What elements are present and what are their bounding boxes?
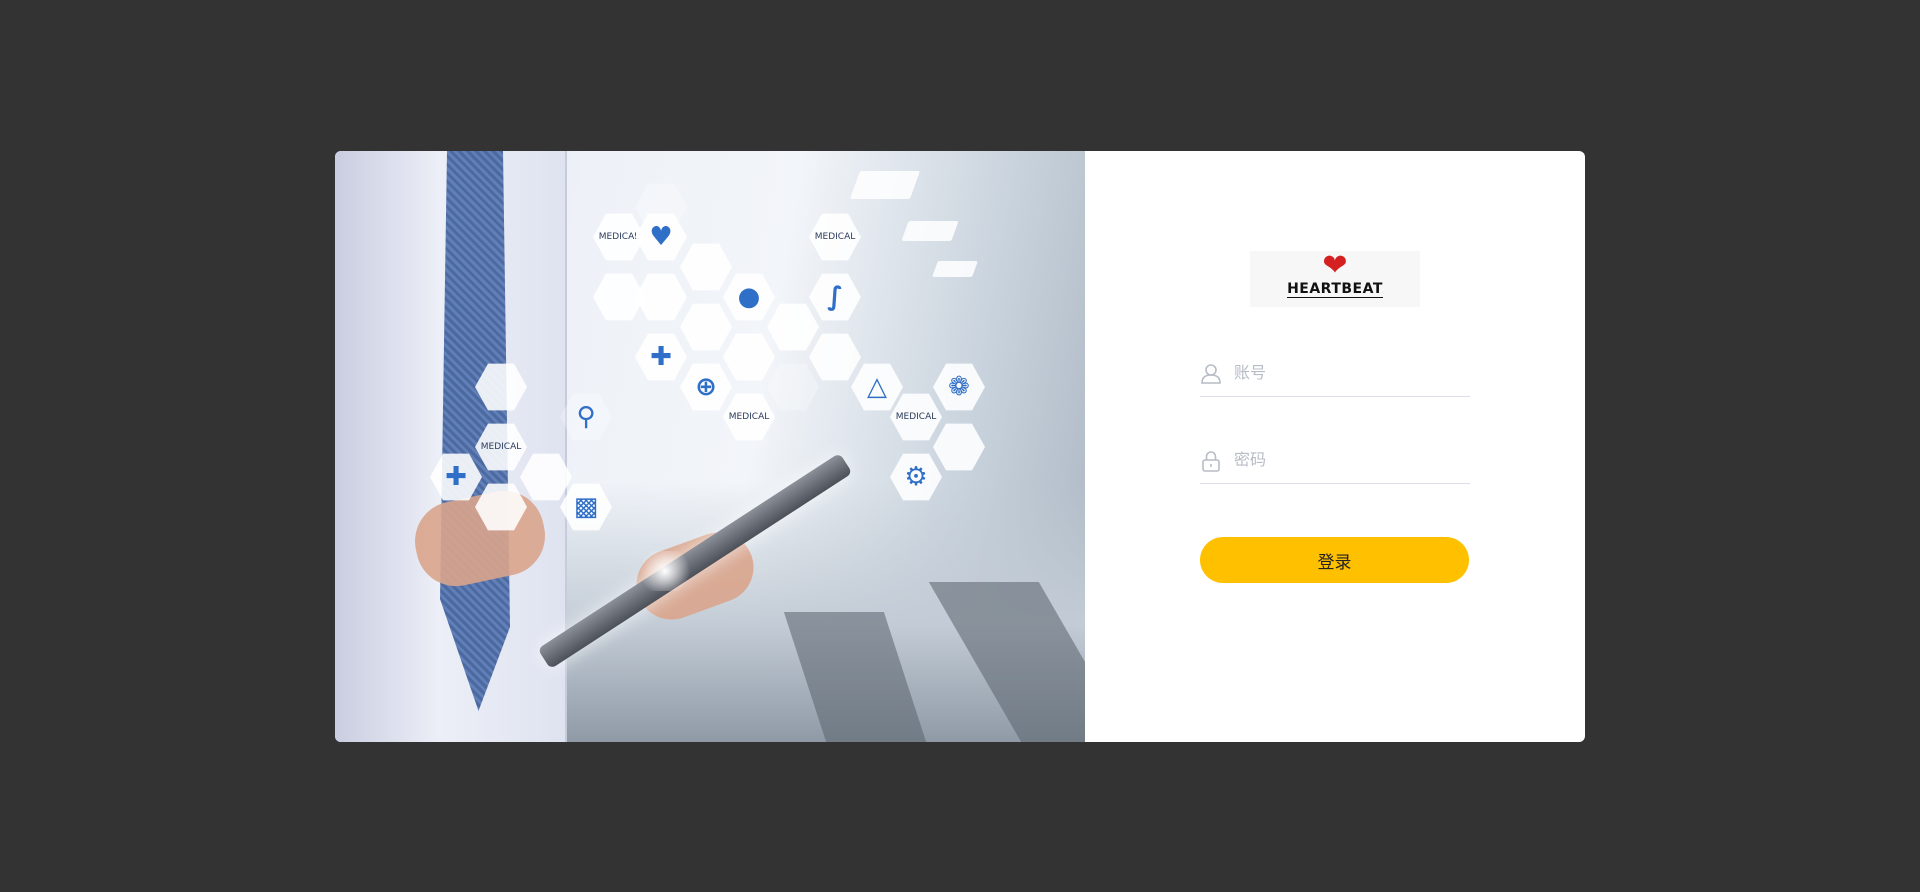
- stethoscope-icon: ⚲: [560, 393, 612, 441]
- hex-tile: [680, 303, 732, 351]
- logo-text: HEARTBEAT: [1287, 281, 1383, 298]
- user-icon: [1201, 364, 1221, 384]
- account-field: [1200, 352, 1470, 397]
- account-input[interactable]: [1232, 364, 1456, 384]
- hex-tile: [635, 273, 687, 321]
- hex-label: MEDICAL: [598, 232, 640, 242]
- dna-icon: ∫: [809, 273, 861, 321]
- tablet-glow: [635, 551, 695, 591]
- password-input[interactable]: [1232, 451, 1456, 471]
- medical-kit-icon: ⊕: [680, 363, 732, 411]
- hex-tile: [767, 363, 819, 411]
- hex-label: MEDICAL: [728, 412, 770, 422]
- head-icon: ●: [723, 273, 775, 321]
- login-card: MEDICAL ♥ ● ✚ ⊕ MEDICAL ∫ MEDICAL △ MEDI…: [335, 151, 1585, 742]
- hex-tile: MEDICAL: [809, 213, 861, 261]
- heart-logo-icon: ❤: [1322, 248, 1348, 283]
- password-field: [1200, 439, 1470, 484]
- login-panel: ❤ HEARTBEAT 登录: [1085, 151, 1585, 742]
- ceiling-light: [849, 171, 921, 199]
- hex-label: MEDICAL: [814, 232, 856, 242]
- plus-icon: ✚: [635, 333, 687, 381]
- hero-image: MEDICAL ♥ ● ✚ ⊕ MEDICAL ∫ MEDICAL △ MEDI…: [335, 151, 1085, 742]
- hex-tile: [680, 243, 732, 291]
- flask-icon: △: [851, 363, 903, 411]
- login-button[interactable]: 登录: [1200, 537, 1469, 583]
- hex-label: MEDICAL: [480, 442, 522, 452]
- heartbeat-logo: ❤ HEARTBEAT: [1250, 251, 1420, 307]
- hex-label: MEDICAL: [895, 412, 937, 422]
- hex-tile: [723, 333, 775, 381]
- hex-tile: [767, 303, 819, 351]
- virus-icon: ❁: [933, 363, 985, 411]
- hex-tile: MEDICAL: [890, 393, 942, 441]
- hex-tile: [933, 423, 985, 471]
- ceiling-light: [901, 221, 959, 241]
- ceiling-light: [932, 261, 978, 277]
- lock-icon: [1202, 451, 1220, 472]
- hex-tile: [809, 333, 861, 381]
- hex-tile: MEDICAL: [723, 393, 775, 441]
